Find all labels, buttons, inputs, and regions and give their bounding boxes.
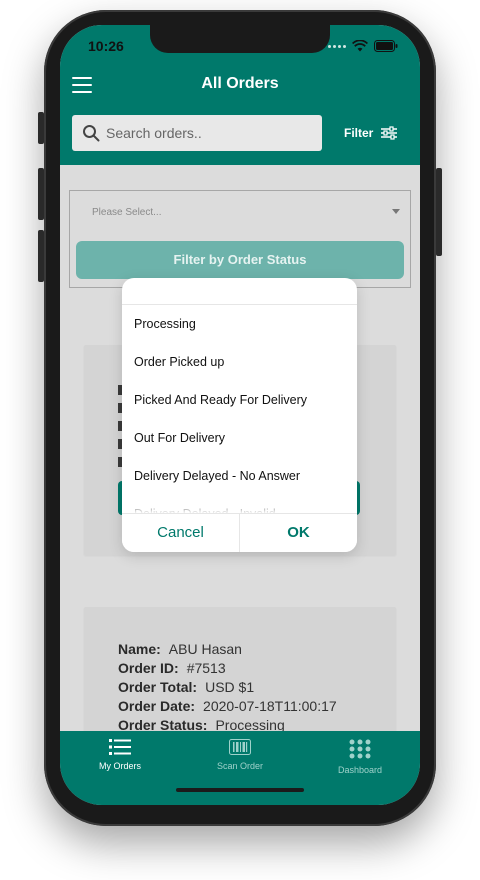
filter-label: Filter bbox=[344, 126, 374, 140]
order-status: Processing bbox=[215, 717, 285, 731]
status-select[interactable]: Please Select... bbox=[92, 207, 161, 218]
status-icons bbox=[328, 40, 398, 52]
order-status-row: Order Status: Processing bbox=[118, 717, 285, 731]
order-date-row: Order Date: 2020-07-18T11:00:17 bbox=[118, 698, 337, 714]
cancel-button[interactable]: Cancel bbox=[122, 514, 239, 552]
nav-my-orders[interactable]: My Orders bbox=[60, 731, 180, 805]
volume-up-button bbox=[38, 168, 44, 220]
status-picker-dialog: Processing Order Picked up Picked And Re… bbox=[122, 278, 357, 552]
home-indicator bbox=[176, 788, 304, 792]
order-card[interactable]: Name: ABU Hasan Order ID: #7513 Order Tota… bbox=[84, 607, 396, 731]
status-time: 10:26 bbox=[88, 38, 124, 54]
order-id: #7513 bbox=[186, 660, 226, 676]
order-total: USD $1 bbox=[205, 679, 255, 695]
volume-down-button bbox=[38, 230, 44, 282]
order-date: 2020-07-18T11:00:17 bbox=[203, 698, 337, 714]
screen: 10:26 All Orders Filte bbox=[60, 25, 420, 805]
grid-icon bbox=[349, 739, 371, 759]
status-filter-panel: Please Select... Filter by Order Status bbox=[69, 190, 411, 288]
nav-dashboard[interactable]: Dashboard bbox=[300, 731, 420, 805]
bottom-navigation: My Orders Scan Order Dashboard bbox=[60, 731, 420, 805]
filter-button[interactable]: Filter bbox=[344, 126, 398, 140]
nav-label: Scan Order bbox=[216, 761, 264, 771]
power-button bbox=[436, 168, 442, 256]
app-header: All Orders Filter bbox=[60, 69, 420, 165]
mute-switch bbox=[38, 112, 44, 144]
search-input[interactable] bbox=[106, 125, 306, 141]
battery-icon bbox=[374, 40, 398, 52]
list-icon bbox=[109, 739, 131, 755]
nav-label: Dashboard bbox=[337, 765, 383, 775]
wifi-icon bbox=[352, 40, 368, 52]
dialog-actions: Cancel OK bbox=[122, 513, 357, 552]
order-id-row: Order ID: #7513 bbox=[118, 660, 226, 676]
cellular-signal-icon bbox=[328, 44, 346, 48]
nav-label: My Orders bbox=[98, 761, 141, 771]
notch bbox=[150, 25, 330, 53]
order-name: ABU Hasan bbox=[168, 641, 242, 657]
status-option[interactable]: Order Picked up bbox=[122, 343, 357, 381]
nav-scan-order[interactable]: Scan Order bbox=[180, 731, 300, 805]
chevron-down-icon[interactable] bbox=[392, 209, 400, 214]
status-option[interactable]: Processing bbox=[122, 305, 357, 343]
order-name-row: Name: ABU Hasan bbox=[118, 641, 242, 657]
status-option-list[interactable]: Processing Order Picked up Picked And Re… bbox=[122, 305, 357, 513]
order-total-row: Order Total: USD $1 bbox=[118, 679, 255, 695]
filter-by-status-button[interactable]: Filter by Order Status bbox=[76, 241, 404, 279]
page-title: All Orders bbox=[201, 75, 279, 92]
status-option[interactable]: Out For Delivery bbox=[122, 419, 357, 457]
status-option[interactable]: Delivery Delayed - No Answer bbox=[122, 457, 357, 495]
search-box[interactable] bbox=[72, 115, 322, 151]
barcode-icon bbox=[229, 739, 251, 755]
sliders-icon bbox=[381, 126, 398, 140]
status-option[interactable]: Picked And Ready For Delivery bbox=[122, 381, 357, 419]
ok-button[interactable]: OK bbox=[239, 514, 357, 552]
search-icon bbox=[83, 125, 100, 142]
